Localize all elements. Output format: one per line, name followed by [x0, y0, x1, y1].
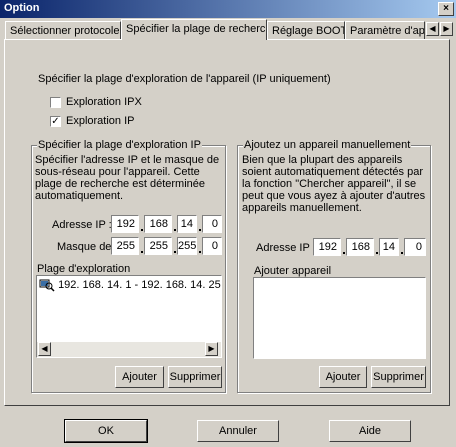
mask-octet-2-input[interactable]: 255 [144, 237, 172, 255]
ip-octet-2-input[interactable]: 168 [144, 215, 172, 233]
mask-dot [199, 251, 201, 253]
delete-range-button[interactable]: Supprimer [168, 366, 222, 388]
manual-ip-octet-3-input[interactable]: 14 [379, 238, 399, 256]
manual-ip-octet-2-input[interactable]: 168 [346, 238, 374, 256]
ip-dot [174, 229, 176, 231]
add-range-button[interactable]: Ajouter [115, 366, 164, 388]
added-devices-listbox[interactable] [253, 277, 426, 359]
manual-ip-dot [401, 252, 403, 254]
mask-dot [174, 251, 176, 253]
tab-scroll-right-button[interactable]: ▶ [440, 22, 453, 36]
ip-dot [199, 229, 201, 231]
tab-device-settings[interactable]: Paramètre d'appe [345, 21, 425, 39]
tab-bootp[interactable]: Réglage BOOTP [267, 21, 345, 39]
scan-range-label: Plage d'exploration [37, 263, 131, 275]
manual-ip-dot [343, 252, 345, 254]
manual-add-group-title: Ajoutez un appareil manuellement [243, 139, 412, 151]
scroll-right-button[interactable]: ▶ [205, 342, 218, 356]
delete-device-button[interactable]: Supprimer [371, 366, 426, 388]
intro-text: Spécifier la plage d'exploration de l'ap… [38, 73, 331, 85]
scan-range-value: 192. 168. 14. 1 - 192. 168. 14. 25 [58, 278, 221, 291]
ip-range-group-title: Spécifier la plage d'exploration IP [37, 139, 202, 151]
manual-ip-dot [376, 252, 378, 254]
cancel-button[interactable]: Annuler [197, 420, 279, 442]
tab-scroll-left-button[interactable]: ◀ [426, 22, 439, 36]
window-title: Option [4, 2, 40, 14]
manual-ip-label: Adresse IP : [256, 242, 316, 254]
ip-dot [141, 229, 143, 231]
ok-button[interactable]: OK [64, 419, 148, 443]
ipx-label: Exploration IPX [66, 96, 142, 108]
mask-octet-1-input[interactable]: 255 [111, 237, 139, 255]
ip-checkbox[interactable]: ✓ [50, 116, 61, 127]
tab-select-protocol[interactable]: Sélectionner protocole [5, 21, 121, 39]
mask-octet-3-input[interactable]: 255 [177, 237, 197, 255]
tab-search-range[interactable]: Spécifier la plage de recherche [121, 19, 267, 40]
scroll-left-button[interactable]: ◀ [38, 342, 51, 356]
scan-range-listbox[interactable]: 192. 168. 14. 1 - 192. 168. 14. 25 ◀ ▶ [36, 275, 222, 358]
ip-octet-3-input[interactable]: 14 [177, 215, 197, 233]
add-device-button[interactable]: Ajouter [319, 366, 367, 388]
mask-octet-4-input[interactable]: 0 [202, 237, 222, 255]
ip-address-label: Adresse IP : [52, 219, 112, 231]
network-search-icon [39, 279, 55, 292]
horizontal-scrollbar[interactable]: ◀ ▶ [37, 342, 221, 357]
title-bar: Option × [0, 0, 456, 18]
ip-octet-4-input[interactable]: 0 [202, 215, 222, 233]
ip-octet-1-input[interactable]: 192 [111, 215, 139, 233]
list-item[interactable]: 192. 168. 14. 1 - 192. 168. 14. 25 [39, 278, 221, 292]
manual-add-description: Bien que la plupart des appareils soient… [242, 154, 426, 214]
close-button[interactable]: × [438, 2, 454, 16]
manual-ip-octet-4-input[interactable]: 0 [404, 238, 426, 256]
ip-label: Exploration IP [66, 115, 135, 127]
mask-dot [141, 251, 143, 253]
subnet-mask-label: Masque de [57, 241, 112, 253]
manual-ip-octet-1-input[interactable]: 192 [313, 238, 341, 256]
add-device-label: Ajouter appareil [254, 265, 332, 277]
help-button[interactable]: Aide [329, 420, 411, 442]
ipx-checkbox[interactable] [50, 97, 61, 108]
ip-range-description: Spécifier l'adresse IP et le masque de s… [35, 154, 220, 202]
